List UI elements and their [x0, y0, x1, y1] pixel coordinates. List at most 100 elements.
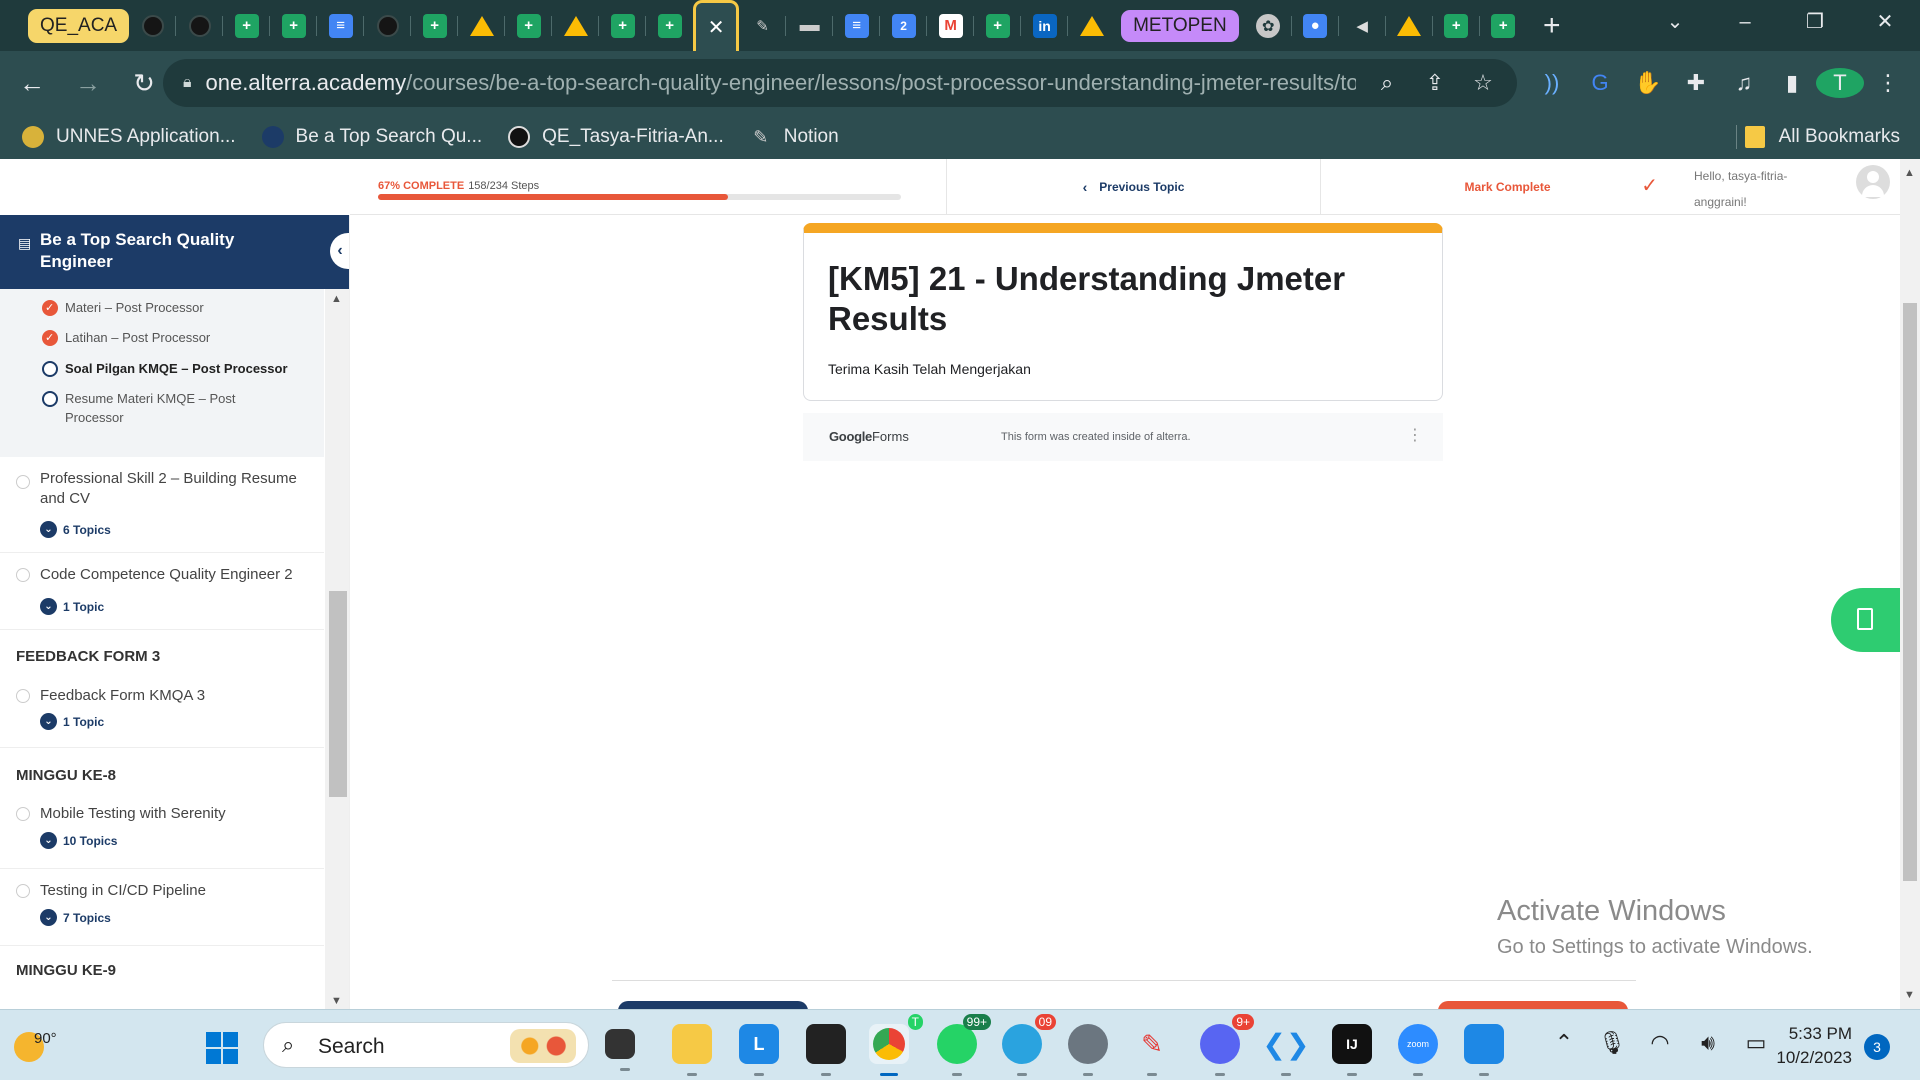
bookmark-be-a-top-search[interactable]: Be a Top Search Qu... — [261, 126, 482, 148]
bookmark-notion[interactable]: ✎ Notion — [750, 126, 838, 148]
close-icon[interactable]: ✕ — [708, 15, 725, 40]
lesson-item[interactable]: Mobile Testing with Serenity ⌄ 10 Topics — [0, 792, 324, 869]
tab-sheets-4[interactable]: + — [505, 0, 553, 51]
show-hidden-icons-chevron-icon[interactable]: ⌃ — [1540, 1030, 1588, 1056]
tab-audio[interactable]: ◀ — [1339, 0, 1386, 51]
lesson-topic-count[interactable]: ⌄ 7 Topics — [40, 909, 111, 926]
tab-drive-1[interactable] — [458, 0, 506, 51]
tab-drive-2[interactable] — [552, 0, 600, 51]
sidebar-scrollbar[interactable]: ▲ ▼ — [325, 289, 349, 1009]
media-control-icon[interactable]: ♫ — [1720, 70, 1768, 96]
user-greeting[interactable]: Hello, tasya-fitria-anggraini! — [1694, 159, 1900, 214]
tab-sheets-2[interactable]: + — [270, 0, 318, 51]
page-scrollbar[interactable]: ▲ ▼ — [1900, 159, 1920, 1009]
topic-item[interactable]: Resume Materi KMQE – Post Processor — [42, 389, 252, 427]
close-window-button[interactable]: ✕ — [1850, 0, 1920, 44]
lesson-topic-count[interactable]: ⌄ 1 Topic — [40, 713, 104, 730]
google-forms-logo[interactable]: GoogleForms — [829, 429, 909, 444]
active-tab-close-button[interactable]: ✕ — [693, 0, 740, 51]
tab-github-1[interactable] — [129, 0, 177, 51]
bookmark-qe-tasya[interactable]: QE_Tasya-Fitria-An... — [508, 126, 724, 148]
read-aloud-extension-icon[interactable]: )) — [1528, 70, 1576, 96]
system-clock[interactable]: 5:33 PM 10/2/2023 — [1762, 1022, 1852, 1070]
tab-linkedin[interactable]: in — [1021, 0, 1069, 51]
tab-chatgpt[interactable]: ✿ — [1245, 0, 1292, 51]
tab-group-qe-aca[interactable]: QE_ACA — [28, 8, 130, 43]
lesson-item[interactable]: Testing in CI/CD Pipeline ⌄ 7 Topics — [0, 869, 324, 946]
topic-item[interactable]: Latihan – Post Processor — [42, 328, 210, 348]
google-translate-extension-icon[interactable]: G — [1576, 70, 1624, 96]
share-icon[interactable]: ⇪ — [1411, 70, 1459, 96]
microphone-icon[interactable]: 🎙︎ — [1588, 1030, 1636, 1056]
page-scroll-thumb[interactable] — [1903, 303, 1917, 881]
tab-gmail[interactable]: M — [927, 0, 975, 51]
discord-icon[interactable]: 9+ — [1200, 1014, 1254, 1076]
zoom-icon[interactable]: ⌕ — [1363, 70, 1411, 96]
lesson-topic-count[interactable]: ⌄ 1 Topic — [40, 598, 104, 615]
scroll-up-arrow-icon[interactable]: ▲ — [1904, 167, 1915, 179]
volume-icon[interactable]: 🔊︎ — [1684, 1030, 1732, 1056]
tab-sheets-9[interactable]: + — [1480, 0, 1527, 51]
tab-sheets-3[interactable]: + — [411, 0, 459, 51]
tab-github-2[interactable] — [176, 0, 224, 51]
pen-app-icon[interactable]: ✎ — [1132, 1024, 1172, 1076]
plus-icon[interactable]: + — [1543, 9, 1561, 42]
zoom-icon[interactable]: zoom — [1398, 1024, 1438, 1076]
tab-drive-3[interactable] — [1068, 0, 1115, 51]
scroll-down-arrow-icon[interactable]: ▼ — [1904, 989, 1915, 1001]
previous-topic-button[interactable]: ‹ Previous Topic — [946, 159, 1320, 215]
bookmark-star-icon[interactable]: ☆ — [1459, 70, 1507, 96]
topic-item-current[interactable]: Soal Pilgan KMQE – Post Processor — [42, 359, 288, 378]
chrome-taskbar-icon[interactable]: T — [869, 1014, 923, 1076]
bookmark-unnes[interactable]: UNNES Application... — [22, 126, 236, 148]
tab-contacts[interactable]: ● — [1292, 0, 1339, 51]
topic-item[interactable]: Materi – Post Processor — [42, 298, 204, 318]
side-panel-icon[interactable]: ▮ — [1768, 70, 1816, 96]
tab-tool[interactable]: ✎ — [739, 0, 787, 51]
menu-kebab-icon[interactable]: ⋮ — [1864, 70, 1912, 96]
tab-sheets-1[interactable]: + — [223, 0, 271, 51]
minimize-button[interactable]: – — [1710, 0, 1780, 44]
notification-badge[interactable]: 3 — [1864, 1034, 1890, 1060]
lesson-item[interactable]: Professional Skill 2 – Building Resume a… — [0, 457, 324, 553]
lesson-item[interactable]: Feedback Form KMQA 3 ⌄ 1 Topic — [0, 672, 324, 748]
tab-search-chevron-icon[interactable]: ⌄ — [1640, 0, 1710, 44]
telegram-icon[interactable]: 09 — [1002, 1014, 1056, 1076]
collapse-sidebar-button[interactable]: ‹ — [330, 233, 349, 269]
profile-avatar[interactable]: T — [1816, 68, 1864, 98]
l-app-icon[interactable]: L — [739, 1024, 779, 1076]
new-tab-button[interactable]: + — [1527, 9, 1577, 43]
tab-drive-4[interactable] — [1386, 0, 1433, 51]
tab-group-metopen[interactable]: METOPEN — [1121, 9, 1239, 42]
reload-button[interactable]: ↻ — [120, 68, 168, 99]
vscode-icon[interactable]: ❮❯ — [1263, 1024, 1309, 1076]
lock-icon[interactable]: 🔒︎ — [183, 74, 192, 92]
file-explorer-icon[interactable] — [672, 1024, 712, 1076]
whatsapp-icon[interactable]: 99+ — [937, 1014, 991, 1076]
wifi-icon[interactable]: ◠ — [1636, 1030, 1684, 1056]
tab-github-3[interactable] — [364, 0, 412, 51]
tab-sheets-7[interactable]: + — [974, 0, 1022, 51]
restore-button[interactable]: ❐ — [1780, 0, 1850, 44]
tab-bar-site[interactable]: ▬ — [786, 0, 834, 51]
scroll-up-arrow-icon[interactable]: ▲ — [331, 293, 342, 305]
tab-sheets-8[interactable]: + — [1433, 0, 1480, 51]
url-text[interactable]: one.alterra.academy/courses/be-a-top-sea… — [206, 70, 1356, 96]
lesson-item[interactable]: Code Competence Quality Engineer 2 ⌄ 1 To… — [0, 553, 324, 630]
mark-complete-button[interactable]: Mark Complete ✓ — [1320, 159, 1694, 215]
back-button[interactable]: ← — [8, 68, 56, 99]
next-lesson-button[interactable] — [1438, 1001, 1628, 1009]
floating-chat-button[interactable] — [1831, 588, 1901, 652]
more-options-icon[interactable]: ⋮ — [1407, 425, 1423, 445]
address-bar[interactable]: 🔒︎ one.alterra.academy/courses/be-a-top-… — [163, 59, 1517, 107]
sidebar-scroll-thumb[interactable] — [329, 591, 347, 797]
sticky-notes-icon[interactable] — [806, 1024, 846, 1076]
settings-gear-icon[interactable] — [1068, 1024, 1108, 1076]
all-bookmarks-button[interactable]: All Bookmarks — [1744, 115, 1900, 159]
adblock-extension-icon[interactable]: ✋ — [1624, 70, 1672, 96]
tab-docs-2[interactable]: ≡ — [833, 0, 881, 51]
tab-docs-1[interactable]: ≡ — [317, 0, 365, 51]
forward-button[interactable]: → — [64, 68, 112, 99]
scroll-down-arrow-icon[interactable]: ▼ — [331, 995, 342, 1007]
previous-lesson-button[interactable] — [618, 1001, 808, 1009]
